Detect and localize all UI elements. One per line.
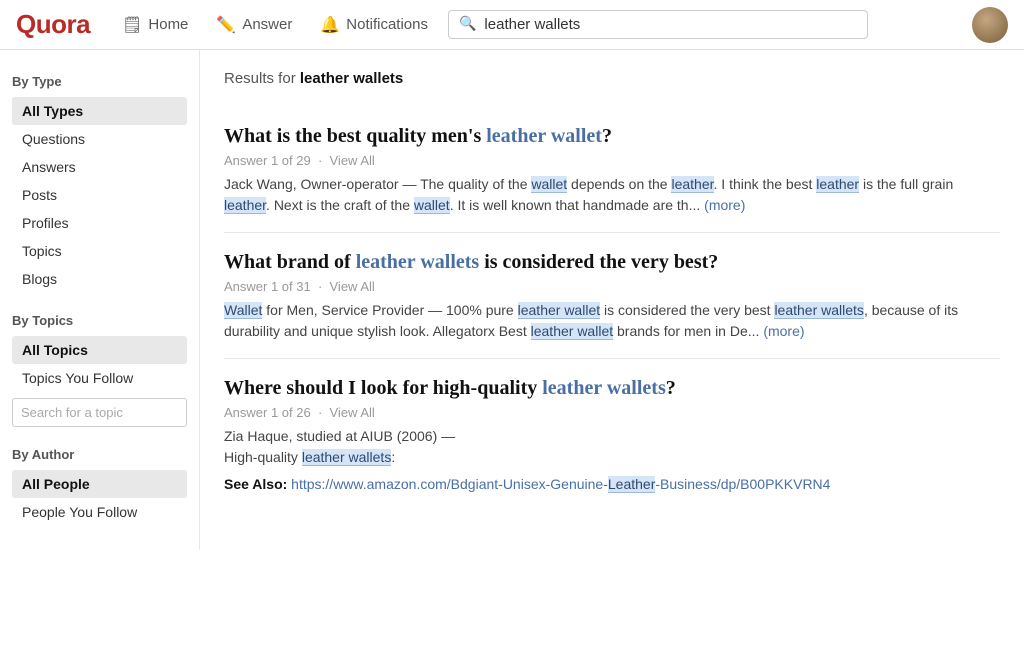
sidebar-item-posts[interactable]: Posts (12, 181, 187, 209)
result-2-title[interactable]: What brand of leather wallets is conside… (224, 249, 1000, 275)
results-label: Results for (224, 70, 296, 87)
snippet-highlight: wallet (414, 197, 450, 214)
result-1-title-plain: What is the best quality men's (224, 125, 481, 147)
result-1-title-highlight: leather wallet (486, 125, 602, 147)
result-card: What is the best quality men's leather w… (224, 107, 1000, 233)
result-1-view-all[interactable]: View All (330, 153, 375, 168)
result-2-more-link[interactable]: (more) (763, 323, 804, 339)
result-2-link[interactable]: What brand of leather wallets is conside… (224, 251, 718, 273)
result-1-title[interactable]: What is the best quality men's leather w… (224, 123, 1000, 149)
sidebar-item-all-people[interactable]: All People (12, 470, 187, 498)
search-bar[interactable]: 🔍 (448, 10, 868, 39)
result-2-answer-count: Answer 1 of 31 (224, 279, 311, 294)
result-1-title-suffix: ? (602, 125, 612, 147)
by-topics-title: By Topics (12, 313, 187, 328)
snippet-highlight: Leather (608, 476, 655, 493)
snippet-highlight: wallet (531, 176, 567, 193)
sidebar-item-all-types[interactable]: All Types (12, 97, 187, 125)
snippet-highlight: leather (671, 176, 713, 193)
sidebar: By Type All Types Questions Answers Post… (0, 50, 200, 550)
page-container: By Type All Types Questions Answers Post… (0, 50, 1024, 550)
result-1-snippet: Jack Wang, Owner-operator — The quality … (224, 174, 1000, 216)
snippet-highlight: leather wallet (518, 302, 601, 319)
snippet-highlight: leather (224, 197, 266, 214)
nav-notifications[interactable]: 🔔 Notifications (308, 7, 440, 43)
sidebar-item-answers[interactable]: Answers (12, 153, 187, 181)
nav-answer-label: Answer (242, 16, 292, 33)
avatar-image (972, 7, 1008, 43)
snippet-highlight: leather wallets (774, 302, 864, 319)
result-2-meta: Answer 1 of 31 · View All (224, 279, 1000, 294)
result-1-meta: Answer 1 of 29 · View All (224, 153, 1000, 168)
results-query: leather wallets (300, 70, 403, 87)
see-also-label: See Also: (224, 476, 287, 492)
result-3-answer-count: Answer 1 of 26 (224, 405, 311, 420)
nav-bar: 🗒 Home ✏️ Answer 🔔 Notifications (110, 7, 440, 43)
answer-icon: ✏️ (216, 15, 236, 35)
by-type-title: By Type (12, 74, 187, 89)
search-input[interactable] (484, 16, 857, 33)
header-right (972, 7, 1008, 43)
sidebar-item-people-you-follow[interactable]: People You Follow (12, 498, 187, 526)
result-2-snippet: Wallet for Men, Service Provider — 100% … (224, 300, 1000, 342)
topic-search-input[interactable] (12, 398, 187, 427)
result-3-link[interactable]: Where should I look for high-quality lea… (224, 377, 676, 399)
result-3-title[interactable]: Where should I look for high-quality lea… (224, 375, 1000, 401)
result-3-meta: Answer 1 of 26 · View All (224, 405, 1000, 420)
home-icon: 🗒 (122, 15, 142, 35)
see-also-link[interactable]: https://www.amazon.com/Bdgiant-Unisex-Ge… (291, 476, 830, 493)
result-3-title-highlight: leather wallets (542, 377, 666, 399)
sidebar-item-all-topics[interactable]: All Topics (12, 336, 187, 364)
result-2-view-all[interactable]: View All (330, 279, 375, 294)
result-3-title-suffix: ? (666, 377, 676, 399)
sidebar-item-profiles[interactable]: Profiles (12, 209, 187, 237)
bell-icon: 🔔 (320, 15, 340, 35)
results-header: Results for leather wallets (224, 70, 1000, 87)
snippet-highlight: leather (816, 176, 859, 193)
nav-home-label: Home (148, 16, 188, 33)
sidebar-item-questions[interactable]: Questions (12, 125, 187, 153)
result-1-answer-count: Answer 1 of 29 (224, 153, 311, 168)
nav-notifications-label: Notifications (346, 16, 428, 33)
result-3-title-plain: Where should I look for high-quality (224, 377, 537, 399)
by-author-title: By Author (12, 447, 187, 462)
result-2-title-plain: What brand of (224, 251, 351, 273)
header: Quora 🗒 Home ✏️ Answer 🔔 Notifications 🔍 (0, 0, 1024, 50)
result-3-see-also: See Also: https://www.amazon.com/Bdgiant… (224, 476, 1000, 492)
nav-home[interactable]: 🗒 Home (110, 7, 200, 43)
sidebar-item-blogs[interactable]: Blogs (12, 265, 187, 293)
logo[interactable]: Quora (16, 9, 90, 40)
result-2-title-highlight: leather wallets (356, 251, 480, 273)
sidebar-item-topics-you-follow[interactable]: Topics You Follow (12, 364, 187, 392)
result-1-link[interactable]: What is the best quality men's leather w… (224, 125, 612, 147)
main-content: Results for leather wallets What is the … (200, 50, 1024, 550)
snippet-highlight: Wallet (224, 302, 262, 319)
snippet-part1: Zia Haque, studied at AIUB (2006) — (224, 428, 455, 444)
result-1-more-link[interactable]: (more) (704, 197, 745, 213)
result-2-title-suffix: is considered the very best? (479, 251, 718, 273)
snippet-highlight: leather wallet (531, 323, 614, 340)
result-card: What brand of leather wallets is conside… (224, 233, 1000, 359)
result-3-view-all[interactable]: View All (330, 405, 375, 420)
result-3-snippet: Zia Haque, studied at AIUB (2006) — High… (224, 426, 1000, 468)
sidebar-item-topics[interactable]: Topics (12, 237, 187, 265)
avatar[interactable] (972, 7, 1008, 43)
nav-answer[interactable]: ✏️ Answer (204, 7, 304, 43)
result-card: Where should I look for high-quality lea… (224, 359, 1000, 508)
search-icon: 🔍 (459, 16, 476, 33)
snippet-highlight: leather wallets (302, 449, 392, 466)
